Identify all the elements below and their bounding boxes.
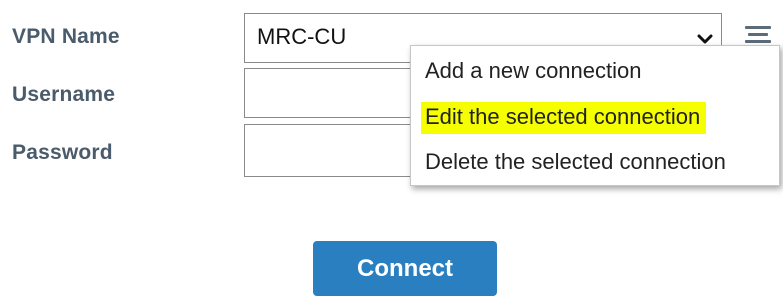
menu-item-add-connection[interactable]: Add a new connection <box>425 58 642 84</box>
username-label: Username <box>12 83 116 106</box>
menu-item-edit-connection[interactable]: Edit the selected connection <box>421 102 707 134</box>
connect-button[interactable]: Connect <box>313 241 497 296</box>
password-label: Password <box>12 141 113 164</box>
vpn-connect-panel: VPN Name Username Password MRC-CU Add a … <box>0 0 783 296</box>
menu-item-delete-connection[interactable]: Delete the selected connection <box>425 149 726 175</box>
vpn-name-value: MRC-CU <box>257 24 347 49</box>
chevron-down-icon <box>697 34 713 44</box>
vpn-name-label: VPN Name <box>12 25 120 48</box>
connection-menu-dropdown: Add a new connection Edit the selected c… <box>410 45 780 186</box>
